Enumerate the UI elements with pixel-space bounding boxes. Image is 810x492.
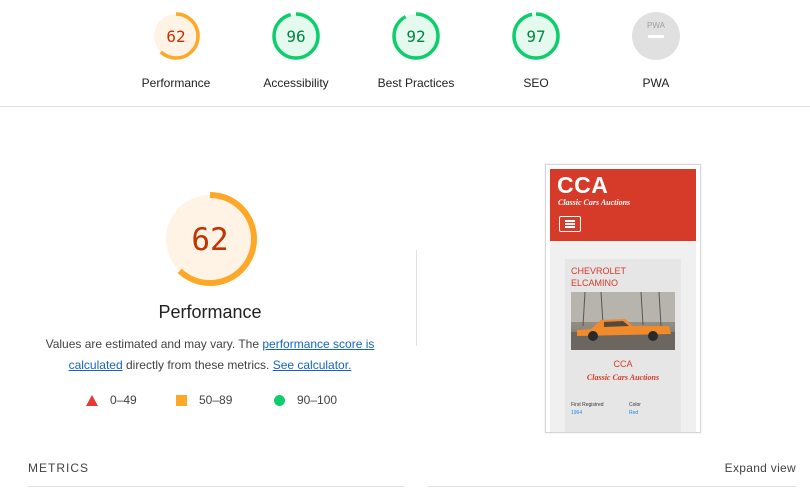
car-title-line: CHEVROLET [571, 266, 627, 276]
performance-description: Values are estimated and may vary. The p… [40, 334, 380, 376]
square-icon [176, 394, 187, 406]
performance-gauge: 62 [163, 192, 257, 286]
gauge-seo[interactable]: 97 SEO [476, 8, 596, 90]
site-logo: CCA [557, 172, 609, 198]
legend-pass: 90–100 [274, 393, 337, 407]
car-title: CHEVROLET ELCAMINO [571, 265, 626, 289]
gauge-score: 62 [166, 27, 185, 46]
field-label: Color [629, 402, 641, 408]
legend-range: 0–49 [110, 393, 137, 407]
car-photo [571, 292, 675, 350]
description-text: Values are estimated and may vary. The [45, 337, 263, 351]
see-calculator-link[interactable]: See calculator. [273, 358, 352, 372]
field-value: 1964 [571, 410, 583, 416]
triangle-icon [86, 394, 98, 406]
gauge-label: PWA [642, 76, 670, 90]
car-card: CHEVROLET ELCAMINO CCA Classic Cars Auct… [565, 259, 681, 432]
expand-view-toggle[interactable]: Expand view [725, 461, 796, 475]
gauge-score: 96 [286, 27, 305, 46]
category-gauges: 62 Performance 96 Accessibility 92 Best … [0, 0, 810, 107]
gauge-label: Accessibility [263, 76, 329, 90]
car-illustration [571, 292, 675, 350]
screenshot-viewport: CCA Classic Cars Auctions CHEVROLET ELCA… [550, 169, 696, 432]
gauge-score: 92 [406, 27, 425, 46]
site-header: CCA Classic Cars Auctions [550, 169, 696, 241]
card-subtitle: Classic Cars Auctions [586, 373, 660, 382]
field-label: First Registred [571, 402, 604, 408]
card-brand: CCA [613, 359, 633, 369]
legend-average: 50–89 [176, 393, 232, 407]
gauge-label: Best Practices [377, 76, 455, 90]
gauge-ring-seo: 97 [512, 12, 560, 60]
description-text: directly from these metrics. [122, 358, 273, 372]
gauge-label: Performance [141, 76, 211, 90]
gauge-score: 97 [526, 27, 545, 46]
gauge-ring-performance: 62 [152, 12, 200, 60]
gauge-pwa[interactable]: PWA PWA [596, 8, 716, 90]
pwa-badge-icon: PWA [632, 12, 680, 60]
performance-title: Performance [158, 302, 262, 322]
legend-range: 90–100 [297, 393, 338, 407]
gauge-performance[interactable]: 62 Performance [116, 8, 236, 90]
gauge-ring-best-practices: 92 [392, 12, 440, 60]
pwa-badge-text: PWA [647, 21, 666, 30]
gauge-accessibility[interactable]: 96 Accessibility [236, 8, 356, 90]
metrics-divider [428, 486, 796, 487]
pwa-dash-icon [648, 35, 664, 38]
gauge-ring-accessibility: 96 [272, 12, 320, 60]
final-screenshot[interactable]: CCA Classic Cars Auctions CHEVROLET ELCA… [545, 164, 701, 433]
legend-range: 50–89 [199, 393, 233, 407]
metrics-heading: METRICS [28, 461, 89, 475]
legend-fail: 0–49 [86, 393, 137, 407]
site-subtitle: Classic Cars Auctions [558, 198, 631, 207]
performance-score: 62 [191, 222, 228, 258]
metrics-divider [28, 486, 404, 487]
gauge-label: SEO [523, 76, 549, 90]
field-value: Red [629, 410, 639, 416]
circle-icon [274, 394, 285, 406]
hamburger-menu-icon [559, 216, 581, 232]
car-title-line: ELCAMINO [571, 278, 619, 288]
vertical-divider [416, 250, 417, 346]
gauge-best-practices[interactable]: 92 Best Practices [356, 8, 476, 90]
